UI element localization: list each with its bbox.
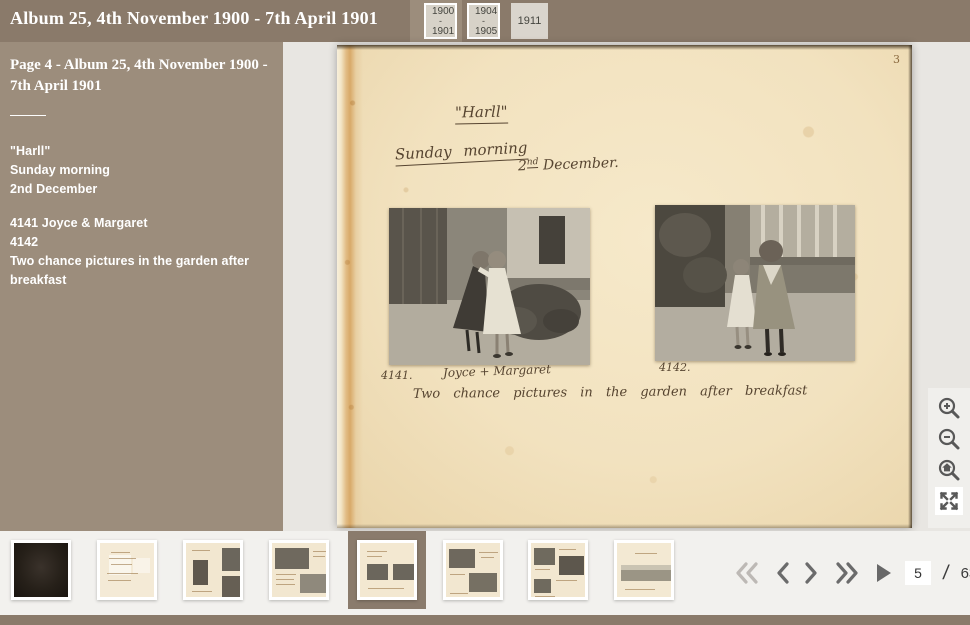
album-tab-1904-1905[interactable]: 1904 - 1905	[467, 3, 500, 39]
album-page-image[interactable]: 3 "Harll" Sunday morning 2nd December.	[337, 45, 912, 528]
album-tab-1911[interactable]: 1911	[511, 3, 548, 39]
tab-year-bottom: 1905	[475, 26, 497, 37]
thumbnail-image	[528, 540, 588, 600]
thumbnail-image	[183, 540, 243, 600]
caption-line: "Harll"	[10, 142, 269, 161]
caption-line: 2nd December	[10, 180, 269, 199]
previous-page-button[interactable]	[773, 560, 791, 586]
sidebar: Page 4 - Album 25, 4th November 1900 - 7…	[0, 42, 283, 531]
thumbnail-image	[97, 540, 157, 600]
page-number-input[interactable]	[905, 561, 931, 585]
thumbnail-image	[11, 540, 71, 600]
page-top-edge	[337, 45, 912, 50]
first-page-icon	[733, 560, 761, 586]
zoom-out-icon	[936, 426, 962, 452]
photo-joyce-margaret-kissing	[389, 208, 590, 365]
previous-page-icon	[773, 560, 791, 586]
handwritten-bottom-caption: Two chance pictures in the garden after …	[413, 383, 833, 402]
photo-girls-from-behind	[655, 205, 855, 361]
tab-year-top: 1904	[475, 6, 497, 17]
pagination-controls: / 63	[733, 531, 970, 615]
page-binding-edge	[337, 45, 363, 528]
page-heading: Page 4 - Album 25, 4th November 1900 - 7…	[10, 55, 269, 97]
handwritten-title: "Harll"	[455, 103, 508, 125]
thumbnail-page-1[interactable]	[11, 540, 71, 600]
bottom-bar	[0, 615, 970, 625]
album-title: Album 25, 4th November 1900 - 7th April …	[10, 8, 378, 29]
viewer-canvas[interactable]: 3 "Harll" Sunday morning 2nd December.	[283, 42, 970, 531]
detail-line: Two chance pictures in the garden after …	[10, 252, 269, 290]
caption-block: "Harll" Sunday morning 2nd December	[10, 142, 269, 199]
home-zoom-icon	[936, 457, 962, 483]
caption-line: Sunday morning	[10, 161, 269, 180]
handwritten-date: 2nd December.	[518, 154, 619, 174]
tab-year-top: 1900	[432, 6, 454, 17]
detail-block: 4141 Joyce & Margaret 4142 Two chance pi…	[10, 214, 269, 290]
fullscreen-icon	[937, 489, 961, 513]
tab-year-bottom: 1901	[432, 26, 454, 37]
thumbnail-page-8[interactable]	[614, 540, 674, 600]
handwritten-subtitle: Sunday morning	[395, 139, 528, 167]
play-icon	[873, 560, 893, 586]
thumbnail-page-5[interactable]	[348, 531, 426, 609]
thumbnail-image	[443, 540, 503, 600]
zoom-in-icon	[936, 395, 962, 421]
next-page-button[interactable]	[803, 560, 821, 586]
last-page-icon	[833, 560, 861, 586]
page-bottom-edge	[337, 524, 912, 528]
handwritten-page-number: 3	[893, 53, 900, 66]
thumbnail-page-4[interactable]	[269, 540, 329, 600]
detail-line: 4141 Joyce & Margaret	[10, 214, 269, 233]
handwritten-photo-number-right: 4142.	[659, 361, 691, 374]
reset-zoom-button[interactable]	[935, 456, 963, 484]
thumbnail-page-3[interactable]	[183, 540, 243, 600]
tab-year-separator: -	[482, 16, 485, 26]
play-slideshow-button[interactable]	[873, 560, 893, 586]
heading-divider	[10, 115, 46, 116]
thumbnail-page-6[interactable]	[443, 540, 503, 600]
page-right-edge	[908, 45, 912, 528]
header-bar: Album 25, 4th November 1900 - 7th April …	[0, 0, 970, 42]
handwritten-photo-names: Joyce + Margaret	[443, 362, 551, 380]
zoom-out-button[interactable]	[935, 425, 963, 453]
thumbnail-strip: / 63	[0, 531, 970, 615]
zoom-in-button[interactable]	[935, 394, 963, 422]
thumbnail-page-7[interactable]	[528, 540, 588, 600]
album-viewer-app: Album 25, 4th November 1900 - 7th April …	[0, 0, 970, 625]
album-tab-1900-1901[interactable]: 1900 - 1901	[424, 3, 457, 39]
detail-line: 4142	[10, 233, 269, 252]
page-total-label: 63	[961, 565, 970, 582]
page-separator: /	[941, 562, 950, 585]
fullscreen-button[interactable]	[935, 487, 963, 515]
first-page-button[interactable]	[733, 560, 761, 586]
thumbnail-image	[357, 540, 417, 600]
thumbnail-page-2[interactable]	[97, 540, 157, 600]
next-page-icon	[803, 560, 821, 586]
zoom-control-panel	[928, 388, 970, 528]
handwritten-photo-number-left: 4141.	[381, 369, 413, 382]
tab-year-separator: -	[439, 16, 442, 26]
thumbnail-image	[614, 540, 674, 600]
thumbnail-image	[269, 540, 329, 600]
last-page-button[interactable]	[833, 560, 861, 586]
